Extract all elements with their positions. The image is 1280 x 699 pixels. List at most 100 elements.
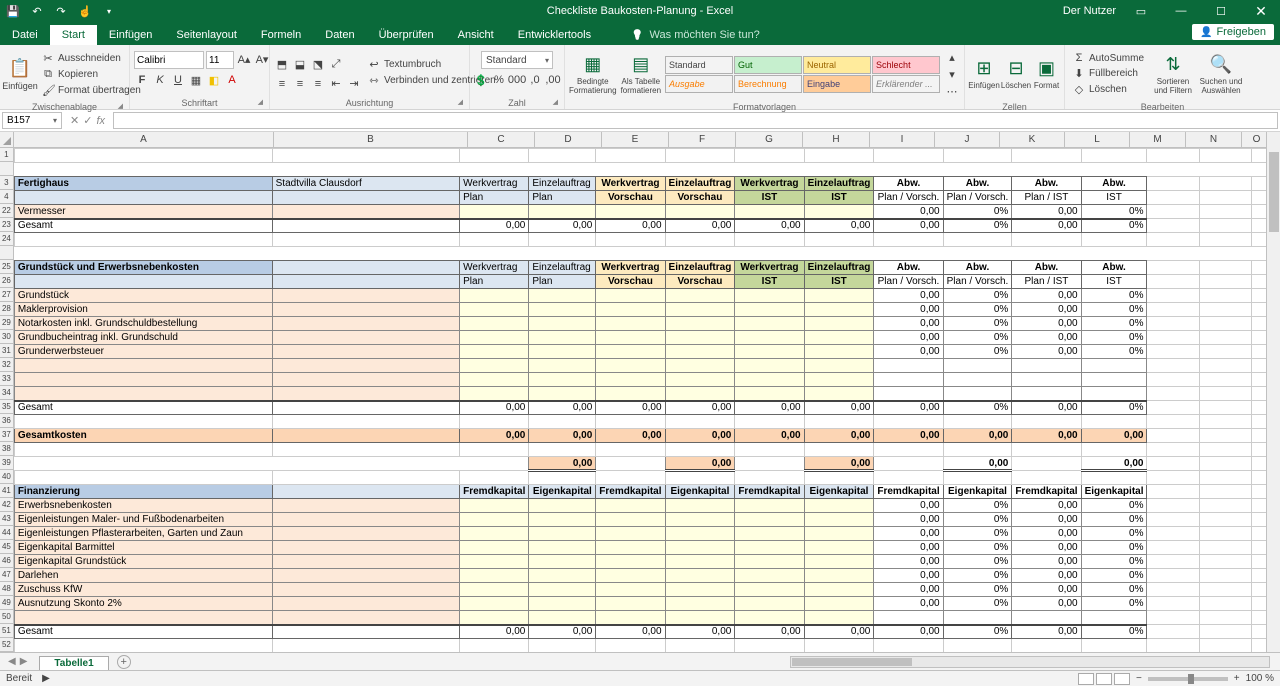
zoom-slider[interactable] (1148, 677, 1228, 681)
formula-bar[interactable] (113, 112, 1278, 129)
delete-cells-button[interactable]: ⊟Löschen (1001, 47, 1031, 101)
maximize-icon[interactable]: ☐ (1206, 0, 1236, 22)
underline-button[interactable]: U (170, 72, 186, 88)
tab-ueberpruefen[interactable]: Überprüfen (367, 25, 446, 45)
select-all-cell[interactable] (0, 132, 14, 148)
number-format-combo[interactable]: Standard (481, 51, 553, 69)
copy-button[interactable]: ⧉Kopieren (38, 67, 145, 82)
zoom-value[interactable]: 100 % (1246, 673, 1274, 684)
name-box[interactable]: B157 (2, 112, 62, 129)
autosum-button[interactable]: ΣAutoSumme (1069, 51, 1148, 65)
tab-einfuegen[interactable]: Einfügen (97, 25, 164, 45)
tab-ansicht[interactable]: Ansicht (446, 25, 506, 45)
style-neutral[interactable]: Neutral (803, 56, 871, 74)
paste-button[interactable]: 📋 Einfügen (4, 47, 36, 101)
cancel-formula-icon[interactable]: ✕ (70, 114, 79, 127)
accept-formula-icon[interactable]: ✓ (83, 114, 92, 127)
style-ausgabe-label: Ausgabe (669, 79, 705, 89)
qat-customize-icon[interactable]: ▾ (102, 4, 116, 18)
align-bottom-icon[interactable]: ⬔ (310, 57, 326, 73)
view-page-break-icon[interactable] (1114, 673, 1130, 685)
align-left-icon[interactable]: ≡ (274, 76, 290, 92)
style-erklaerender[interactable]: Erklärender ... (872, 75, 940, 93)
border-button[interactable]: ▦ (188, 72, 204, 88)
view-page-layout-icon[interactable] (1096, 673, 1112, 685)
eraser-icon: ◇ (1073, 83, 1085, 96)
style-ausgabe[interactable]: Ausgabe (665, 75, 733, 93)
bold-button[interactable]: F (134, 72, 150, 88)
style-berechnung[interactable]: Berechnung (734, 75, 802, 93)
row-headers[interactable]: 1342223242526272829303132333435363738394… (0, 148, 14, 652)
styles-more-icon[interactable]: ⋯ (944, 83, 960, 99)
cut-icon: ✂ (42, 52, 54, 65)
undo-icon[interactable]: ↶ (30, 4, 44, 18)
save-icon[interactable]: 💾 (6, 4, 20, 18)
format-as-table-button[interactable]: ▤Als Tabelle formatieren (621, 47, 661, 101)
italic-button[interactable]: K (152, 72, 168, 88)
font-name-input[interactable] (134, 51, 204, 69)
cut-button[interactable]: ✂Ausschneiden (38, 51, 145, 66)
user-name[interactable]: Der Nutzer (1063, 5, 1116, 17)
sheet-nav-next-icon[interactable]: ▶ (20, 656, 28, 667)
status-ready: Bereit (6, 673, 32, 684)
minimize-icon[interactable]: — (1166, 0, 1196, 22)
format-cells-button[interactable]: ▣Format (1033, 47, 1060, 101)
tab-entwicklertools[interactable]: Entwicklertools (506, 25, 603, 45)
align-middle-icon[interactable]: ⬓ (292, 57, 308, 73)
view-normal-icon[interactable] (1078, 673, 1094, 685)
percent-icon[interactable]: % (491, 72, 507, 88)
find-select-button[interactable]: 🔍Suchen und Auswählen (1198, 47, 1244, 101)
tab-start[interactable]: Start (50, 25, 97, 45)
decrease-font-icon[interactable]: A▾ (254, 51, 270, 67)
styles-scroll-down-icon[interactable]: ▾ (944, 66, 960, 82)
indent-dec-icon[interactable]: ⇤ (328, 76, 344, 92)
font-size-input[interactable] (206, 51, 234, 69)
dec-inc-icon[interactable]: ,0 (527, 72, 543, 88)
dec-dec-icon[interactable]: ,00 (545, 72, 561, 88)
align-right-icon[interactable]: ≡ (310, 76, 326, 92)
font-color-button[interactable]: A (224, 72, 240, 88)
format-painter-button[interactable]: 🖌Format übertragen (38, 83, 145, 98)
tab-file[interactable]: Datei (0, 25, 50, 45)
redo-icon[interactable]: ↷ (54, 4, 68, 18)
zoom-out-icon[interactable]: − (1136, 673, 1142, 684)
tab-formeln[interactable]: Formeln (249, 25, 313, 45)
column-headers[interactable]: ABCDEFGHIJKLMNO (14, 132, 1272, 148)
sheet-tab-tabelle1[interactable]: Tabelle1 (39, 656, 108, 670)
clear-button[interactable]: ◇Löschen (1069, 82, 1148, 97)
zoom-in-icon[interactable]: + (1234, 673, 1240, 684)
currency-icon[interactable]: 💲 (473, 72, 489, 88)
style-schlecht[interactable]: Schlecht (872, 56, 940, 74)
tell-me-search[interactable]: Was möchten Sie tun? (623, 25, 768, 45)
sheet-nav-prev-icon[interactable]: ◀ (8, 656, 16, 667)
tab-seitenlayout[interactable]: Seitenlayout (164, 25, 249, 45)
tab-daten[interactable]: Daten (313, 25, 366, 45)
fill-color-button[interactable]: ◧ (206, 72, 222, 88)
fx-icon[interactable]: fx (96, 115, 105, 127)
style-eingabe[interactable]: Eingabe (803, 75, 871, 93)
ribbon-options-icon[interactable]: ▭ (1126, 0, 1156, 22)
align-top-icon[interactable]: ⬒ (274, 57, 290, 73)
macro-record-icon[interactable]: ▶ (42, 673, 50, 684)
horizontal-scrollbar[interactable] (790, 656, 1270, 668)
title-bar: 💾 ↶ ↷ ☝ ▾ Checkliste Baukosten-Planung -… (0, 0, 1280, 22)
style-gut[interactable]: Gut (734, 56, 802, 74)
orientation-icon[interactable]: ⤢ (328, 57, 344, 73)
indent-inc-icon[interactable]: ⇥ (346, 76, 362, 92)
styles-scroll-up-icon[interactable]: ▴ (944, 49, 960, 65)
sort-filter-button[interactable]: ⇅Sortieren und Filtern (1150, 47, 1196, 101)
vertical-scrollbar[interactable] (1266, 132, 1280, 652)
increase-font-icon[interactable]: A▴ (236, 51, 252, 67)
close-icon[interactable]: ✕ (1246, 0, 1276, 22)
share-button[interactable]: Freigeben (1192, 24, 1274, 40)
style-standard[interactable]: Standard (665, 56, 733, 74)
thousand-icon[interactable]: 000 (509, 72, 525, 88)
touch-mode-icon[interactable]: ☝ (78, 4, 92, 18)
insert-cells-button[interactable]: ⊞Einfügen (969, 47, 999, 101)
add-sheet-button[interactable]: + (117, 655, 131, 669)
align-center-icon[interactable]: ≡ (292, 76, 308, 92)
copy-label: Kopieren (58, 69, 98, 80)
fill-button[interactable]: ⬇Füllbereich (1069, 66, 1148, 81)
sheet-content[interactable]: FertighausStadtvilla ClausdorfWerkvertra… (14, 148, 1280, 652)
conditional-formatting-button[interactable]: ▦Bedingte Formatierung (569, 47, 617, 101)
